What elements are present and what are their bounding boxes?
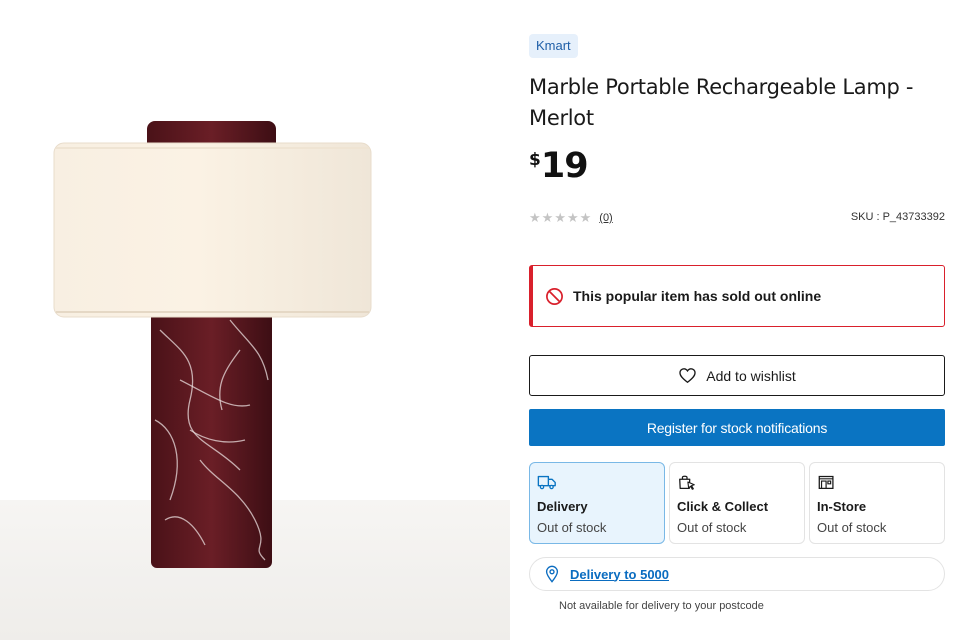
fulfilment-status: Out of stock bbox=[817, 520, 887, 535]
fulfilment-name: Delivery bbox=[537, 499, 588, 514]
price-currency: $ bbox=[529, 150, 541, 170]
star-icon: ★ bbox=[554, 210, 566, 225]
lamp-illustration bbox=[53, 121, 372, 568]
product-price: $19 bbox=[529, 146, 589, 186]
store-icon bbox=[818, 475, 834, 489]
star-icon: ★ bbox=[566, 210, 579, 225]
alert-message: This popular item has sold out online bbox=[573, 288, 822, 304]
star-icon: ★ bbox=[579, 210, 592, 225]
fulfilment-option-delivery[interactable]: Delivery Out of stock bbox=[529, 462, 665, 544]
delivery-postcode-selector[interactable]: Delivery to 5000 bbox=[529, 557, 945, 591]
star-icon: ★ bbox=[541, 210, 554, 225]
bag-cursor-icon bbox=[679, 475, 695, 490]
fulfilment-options: Delivery Out of stock Click & Collect Ou… bbox=[529, 462, 945, 544]
heart-icon bbox=[679, 368, 696, 384]
fulfilment-name: In-Store bbox=[817, 499, 867, 514]
location-pin-icon bbox=[545, 565, 559, 583]
rating[interactable]: ★ ★ ★ ★ ★ (0) bbox=[529, 210, 613, 226]
fulfilment-status: Out of stock bbox=[677, 520, 747, 535]
wishlist-label: Add to wishlist bbox=[706, 367, 796, 384]
fulfilment-option-in-store[interactable]: In-Store Out of stock bbox=[809, 462, 945, 544]
prohibited-icon bbox=[546, 287, 563, 305]
page-title: Marble Portable Rechargeable Lamp - Merl… bbox=[529, 75, 914, 130]
sku-label: SKU : P_43733392 bbox=[850, 211, 945, 223]
register-stock-notifications-button[interactable]: Register for stock notifications bbox=[529, 409, 945, 446]
add-to-wishlist-button[interactable]: Add to wishlist bbox=[529, 355, 945, 396]
fulfilment-status: Out of stock bbox=[537, 520, 607, 535]
delivery-postcode-link[interactable]: Delivery to 5000 bbox=[570, 567, 669, 582]
star-icon: ★ bbox=[529, 210, 541, 225]
sold-out-alert: This popular item has sold out online bbox=[529, 265, 945, 327]
price-amount: 19 bbox=[540, 146, 589, 186]
rating-count[interactable]: (0) bbox=[599, 212, 612, 224]
fulfilment-option-click-collect[interactable]: Click & Collect Out of stock bbox=[669, 462, 805, 544]
delivery-note: Not available for delivery to your postc… bbox=[559, 600, 764, 612]
fulfilment-name: Click & Collect bbox=[677, 499, 769, 514]
truck-icon bbox=[537, 475, 556, 490]
product-image bbox=[0, 0, 510, 640]
brand-badge[interactable]: Kmart bbox=[529, 34, 578, 58]
product-details: Kmart Marble Portable Rechargeable Lamp … bbox=[529, 0, 945, 640]
